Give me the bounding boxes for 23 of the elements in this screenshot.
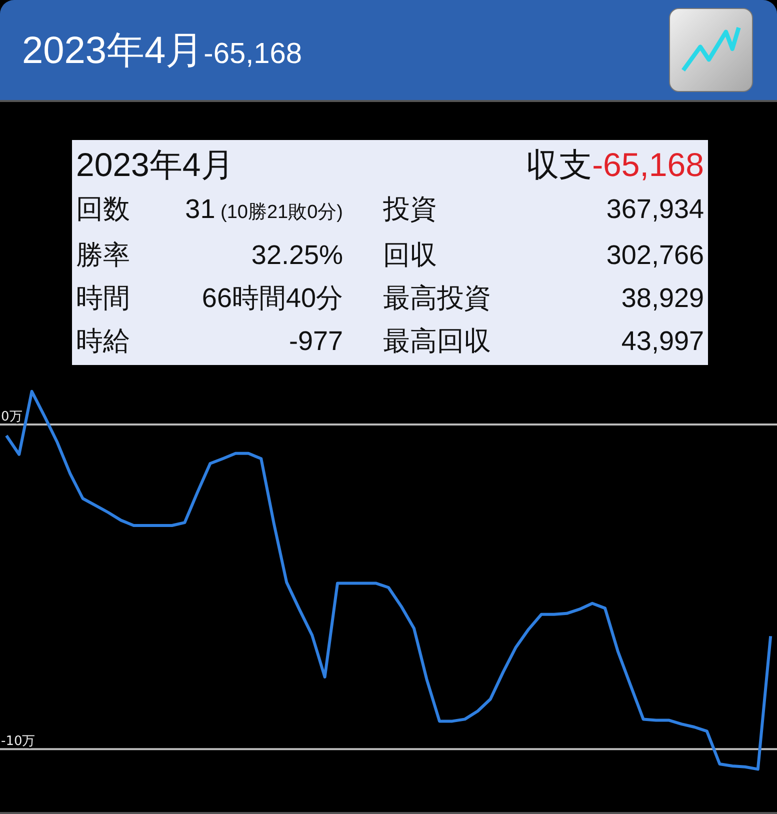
axis-label: 0万 [1,410,22,425]
balance-text: 収支-65,168 [526,144,704,184]
stat-value: 66時間40分 [200,282,343,315]
stat-label: 最高投資 [382,282,491,315]
stat-value: 31 (10勝21敗0分) [184,193,343,226]
stat-value: 38,929 [620,282,704,315]
stat-label: 時給 [76,325,130,358]
header-title: 2023年4月 [22,28,204,74]
stat-value: -977 [288,325,343,358]
stat-label: 回収 [382,239,438,272]
stat-label: 勝率 [76,239,130,272]
stat-value: 367,934 [605,193,704,226]
summary-title: 2023年4月 [76,144,234,184]
axis-label: -10万 [1,734,36,750]
stat-label: 回数 [76,193,130,226]
stat-label: 最高回収 [382,325,491,358]
stat-value: 43,997 [620,325,704,358]
chart-button[interactable] [669,8,753,92]
stat-value: 32.25% [250,239,343,272]
stat-label: 投資 [382,193,438,226]
stat-label: 時間 [76,282,130,315]
header-total: -65,168 [204,38,302,70]
stat-value: 302,766 [605,239,704,272]
